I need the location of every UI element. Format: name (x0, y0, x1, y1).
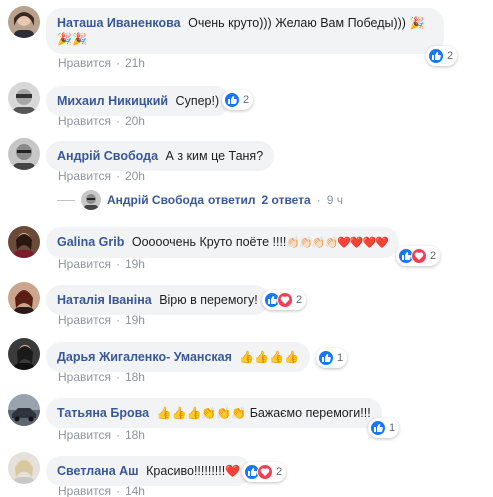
comment-author[interactable]: Дарья Жигаленко- Уманская (57, 350, 232, 364)
comment-time[interactable]: 14h (125, 484, 145, 497)
comment-time[interactable]: 18h (125, 370, 145, 384)
reply-action: ответил (208, 193, 256, 207)
reaction-summary[interactable]: 2 (222, 90, 254, 110)
avatar[interactable] (8, 452, 40, 484)
reaction-summary[interactable]: 2 (262, 290, 307, 310)
reply-separator: · (316, 193, 321, 207)
heart-emoji: ❤️ (225, 464, 241, 478)
comment-author[interactable]: Наталія Іваніна (57, 293, 152, 307)
like-reaction-icon (318, 350, 334, 366)
reaction-count: 1 (389, 422, 396, 434)
reaction-count: 2 (276, 466, 283, 478)
avatar (81, 190, 101, 210)
comment-bubble: Наташа Иваненкова Очень круто))) Желаю В… (46, 8, 444, 54)
avatar[interactable] (8, 394, 40, 426)
comment-author[interactable]: Андрій Свобода (57, 149, 158, 163)
comment-text: Очень круто))) Желаю Вам Победы))) (188, 16, 406, 30)
clap-heart-emoji: 👏🏻👏🏻👏🏻👏🏻❤️❤️❤️❤️ (286, 237, 389, 249)
party-emoji: 🎉🎉 (57, 32, 87, 46)
comment-bubble: Татьяна Брова 👍👍👍👏👏👏 Бажаємо перемоги!!! (46, 398, 382, 428)
like-reaction-icon (224, 92, 240, 108)
party-emoji: 🎉 (409, 16, 425, 30)
reaction-count: 2 (430, 250, 437, 262)
love-reaction-icon (411, 248, 427, 264)
reaction-summary[interactable]: 1 (316, 348, 348, 368)
reaction-count: 2 (296, 294, 303, 306)
comment-time[interactable]: 18h (125, 428, 145, 442)
like-link[interactable]: Нравится (58, 428, 111, 442)
comment-time[interactable]: 19h (125, 257, 145, 271)
like-link[interactable]: Нравится (58, 484, 111, 497)
comment-meta: Нравится · 19h (58, 257, 145, 271)
comment-author[interactable]: Татьяна Брова (57, 406, 149, 420)
like-link[interactable]: Нравится (58, 313, 111, 327)
reaction-summary[interactable]: 2 (396, 246, 441, 266)
like-link[interactable]: Нравится (58, 169, 111, 183)
like-link[interactable]: Нравится (58, 56, 111, 70)
comment-bubble: Андрій Свобода А з ким це Таня? (46, 141, 275, 171)
comment-bubble: Михаил Никицкий Супер!) (46, 86, 231, 116)
like-link[interactable]: Нравится (58, 370, 111, 384)
like-link[interactable]: Нравится (58, 257, 111, 271)
reply-count: 2 ответа (261, 193, 311, 207)
comment-text: Супер!) (175, 94, 220, 108)
comment-time[interactable]: 20h (125, 114, 145, 128)
comment-meta: Нравится · 20h (58, 169, 145, 183)
comment-meta: Нравится · 14h (58, 484, 145, 497)
reaction-count: 2 (447, 50, 454, 62)
thumbs-up-emoji: 👍👍👍👍 (239, 350, 300, 364)
like-link[interactable]: Нравится (58, 114, 111, 128)
reaction-summary[interactable]: 2 (426, 46, 458, 66)
like-reaction-icon (370, 420, 386, 436)
comment-meta: Нравится · 21h (58, 56, 145, 70)
comment-text: Вірю в перемогу! (159, 293, 258, 307)
reaction-summary[interactable]: 1 (368, 418, 400, 438)
love-reaction-icon (277, 292, 293, 308)
reaction-summary[interactable]: 2 (242, 462, 287, 482)
comment-text: Красиво!!!!!!!!! (146, 464, 226, 478)
comment-author[interactable]: Наташа Иваненкова (57, 16, 181, 30)
love-reaction-icon (257, 464, 273, 480)
avatar[interactable] (8, 226, 40, 258)
comment-bubble: Galina Grib Ооооочень Круто поёте !!!!👏🏻… (46, 227, 399, 258)
replies-link[interactable]: Андрій Свобода ответил 2 ответа · 9 ч (58, 190, 343, 210)
comment-meta: Нравится · 18h (58, 428, 145, 442)
reaction-count: 2 (243, 94, 250, 106)
comment-bubble: Наталія Іваніна Вірю в перемогу! (46, 285, 269, 315)
reaction-count: 1 (337, 352, 344, 364)
comment-time[interactable]: 19h (125, 313, 145, 327)
comment-text: Бажаємо перемоги!!! (249, 406, 371, 420)
avatar[interactable] (8, 138, 40, 170)
comment-meta: Нравится · 18h (58, 370, 145, 384)
like-reaction-icon (428, 48, 444, 64)
comment-text: А з ким це Таня? (165, 149, 264, 163)
comment-text: Ооооочень Круто поёте !!!! (131, 235, 287, 249)
avatar[interactable] (8, 338, 40, 370)
thumbs-up-clap-emoji: 👍👍👍👏👏👏 (156, 406, 247, 420)
reply-time: 9 ч (326, 193, 343, 207)
comment-meta: Нравится · 19h (58, 313, 145, 327)
comment-author[interactable]: Светлана Аш (57, 464, 139, 478)
comment-meta: Нравится · 20h (58, 114, 145, 128)
avatar[interactable] (8, 82, 40, 114)
comment-time[interactable]: 20h (125, 169, 145, 183)
reply-author: Андрій Свобода (107, 193, 204, 207)
comment-author[interactable]: Galina Grib (57, 235, 124, 249)
comment-author[interactable]: Михаил Никицкий (57, 94, 168, 108)
comment-time[interactable]: 21h (125, 56, 145, 70)
comment-bubble: Дарья Жигаленко- Уманская 👍👍👍👍 (46, 342, 311, 372)
comment-bubble: Светлана Аш Красиво!!!!!!!!!❤️ (46, 456, 252, 486)
avatar[interactable] (8, 282, 40, 314)
avatar[interactable] (8, 6, 40, 38)
